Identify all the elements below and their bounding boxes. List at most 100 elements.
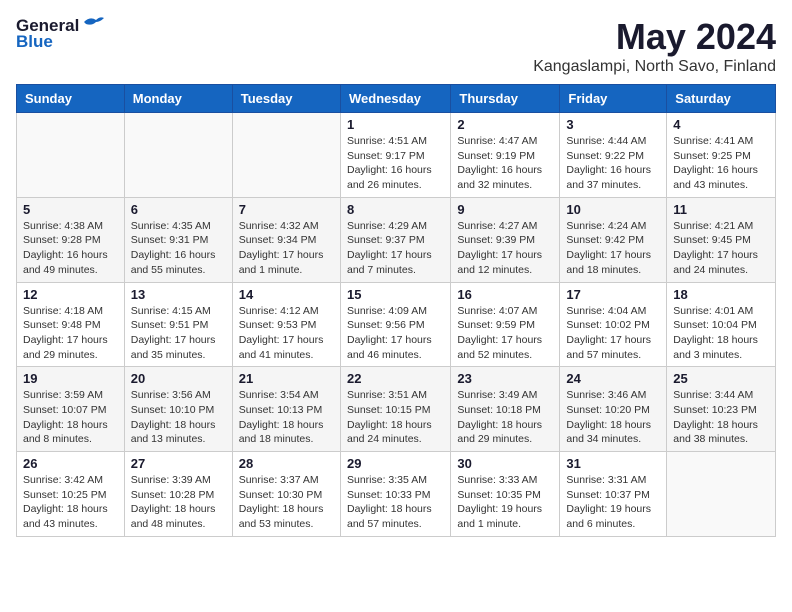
table-row bbox=[667, 452, 776, 537]
day-info: Sunrise: 3:39 AM Sunset: 10:28 PM Daylig… bbox=[131, 473, 226, 532]
day-number: 23 bbox=[457, 371, 553, 386]
table-row: 21Sunrise: 3:54 AM Sunset: 10:13 PM Dayl… bbox=[232, 367, 340, 452]
calendar-week-row: 1 Sunrise: 4:51 AM Sunset: 9:17 PM Daylig… bbox=[17, 113, 776, 198]
day-number: 11 bbox=[673, 202, 769, 217]
main-title: May 2024 bbox=[533, 16, 776, 58]
day-info: Sunrise: 3:31 AM Sunset: 10:37 PM Daylig… bbox=[566, 473, 660, 532]
table-row: 3 Sunrise: 4:44 AM Sunset: 9:22 PM Daylig… bbox=[560, 113, 667, 198]
table-row: 28Sunrise: 3:37 AM Sunset: 10:30 PM Dayl… bbox=[232, 452, 340, 537]
day-number: 7 bbox=[239, 202, 334, 217]
day-info: Sunrise: 3:54 AM Sunset: 10:13 PM Daylig… bbox=[239, 388, 334, 447]
table-row: 5 Sunrise: 4:38 AM Sunset: 9:28 PM Daylig… bbox=[17, 197, 125, 282]
header-thursday: Thursday bbox=[451, 85, 560, 113]
day-info: Sunrise: 3:49 AM Sunset: 10:18 PM Daylig… bbox=[457, 388, 553, 447]
day-info: Sunrise: 4:47 AM Sunset: 9:19 PM Dayligh… bbox=[457, 134, 553, 193]
header-tuesday: Tuesday bbox=[232, 85, 340, 113]
header-saturday: Saturday bbox=[667, 85, 776, 113]
logo-bird-icon bbox=[82, 14, 104, 30]
day-number: 31 bbox=[566, 456, 660, 471]
day-info: Sunrise: 4:01 AM Sunset: 10:04 PM Daylig… bbox=[673, 304, 769, 363]
day-info: Sunrise: 4:35 AM Sunset: 9:31 PM Dayligh… bbox=[131, 219, 226, 278]
table-row: 7 Sunrise: 4:32 AM Sunset: 9:34 PM Daylig… bbox=[232, 197, 340, 282]
table-row: 16 Sunrise: 4:07 AM Sunset: 9:59 PM Dayli… bbox=[451, 282, 560, 367]
day-number: 16 bbox=[457, 287, 553, 302]
day-number: 17 bbox=[566, 287, 660, 302]
day-info: Sunrise: 4:07 AM Sunset: 9:59 PM Dayligh… bbox=[457, 304, 553, 363]
day-info: Sunrise: 3:46 AM Sunset: 10:20 PM Daylig… bbox=[566, 388, 660, 447]
day-info: Sunrise: 3:56 AM Sunset: 10:10 PM Daylig… bbox=[131, 388, 226, 447]
day-number: 1 bbox=[347, 117, 444, 132]
day-number: 6 bbox=[131, 202, 226, 217]
day-info: Sunrise: 4:51 AM Sunset: 9:17 PM Dayligh… bbox=[347, 134, 444, 193]
table-row: 13 Sunrise: 4:15 AM Sunset: 9:51 PM Dayli… bbox=[124, 282, 232, 367]
table-row: 29 Sunrise: 3:35 AM Sunset: 10:33 PM Dayl… bbox=[340, 452, 450, 537]
table-row: 4Sunrise: 4:41 AM Sunset: 9:25 PM Daylig… bbox=[667, 113, 776, 198]
day-number: 8 bbox=[347, 202, 444, 217]
calendar-week-row: 26Sunrise: 3:42 AM Sunset: 10:25 PM Dayl… bbox=[17, 452, 776, 537]
day-info: Sunrise: 3:35 AM Sunset: 10:33 PM Daylig… bbox=[347, 473, 444, 532]
calendar-header-row: Sunday Monday Tuesday Wednesday Thursday… bbox=[17, 85, 776, 113]
table-row: 23 Sunrise: 3:49 AM Sunset: 10:18 PM Dayl… bbox=[451, 367, 560, 452]
table-row: 11 Sunrise: 4:21 AM Sunset: 9:45 PM Dayli… bbox=[667, 197, 776, 282]
day-info: Sunrise: 4:38 AM Sunset: 9:28 PM Dayligh… bbox=[23, 219, 118, 278]
day-number: 4 bbox=[673, 117, 769, 132]
day-info: Sunrise: 4:24 AM Sunset: 9:42 PM Dayligh… bbox=[566, 219, 660, 278]
table-row bbox=[124, 113, 232, 198]
table-row: 27 Sunrise: 3:39 AM Sunset: 10:28 PM Dayl… bbox=[124, 452, 232, 537]
day-number: 13 bbox=[131, 287, 226, 302]
day-number: 19 bbox=[23, 371, 118, 386]
logo: General Blue bbox=[16, 16, 104, 52]
day-number: 29 bbox=[347, 456, 444, 471]
day-info: Sunrise: 4:15 AM Sunset: 9:51 PM Dayligh… bbox=[131, 304, 226, 363]
day-number: 24 bbox=[566, 371, 660, 386]
day-number: 20 bbox=[131, 371, 226, 386]
table-row bbox=[232, 113, 340, 198]
header-sunday: Sunday bbox=[17, 85, 125, 113]
table-row: 8 Sunrise: 4:29 AM Sunset: 9:37 PM Daylig… bbox=[340, 197, 450, 282]
table-row: 12Sunrise: 4:18 AM Sunset: 9:48 PM Dayli… bbox=[17, 282, 125, 367]
header-monday: Monday bbox=[124, 85, 232, 113]
day-info: Sunrise: 4:21 AM Sunset: 9:45 PM Dayligh… bbox=[673, 219, 769, 278]
calendar-table: Sunday Monday Tuesday Wednesday Thursday… bbox=[16, 84, 776, 537]
header-wednesday: Wednesday bbox=[340, 85, 450, 113]
day-info: Sunrise: 4:29 AM Sunset: 9:37 PM Dayligh… bbox=[347, 219, 444, 278]
table-row bbox=[17, 113, 125, 198]
day-info: Sunrise: 4:12 AM Sunset: 9:53 PM Dayligh… bbox=[239, 304, 334, 363]
day-number: 15 bbox=[347, 287, 444, 302]
table-row: 26Sunrise: 3:42 AM Sunset: 10:25 PM Dayl… bbox=[17, 452, 125, 537]
table-row: 22 Sunrise: 3:51 AM Sunset: 10:15 PM Dayl… bbox=[340, 367, 450, 452]
day-number: 22 bbox=[347, 371, 444, 386]
day-info: Sunrise: 3:59 AM Sunset: 10:07 PM Daylig… bbox=[23, 388, 118, 447]
table-row: 6 Sunrise: 4:35 AM Sunset: 9:31 PM Daylig… bbox=[124, 197, 232, 282]
day-number: 10 bbox=[566, 202, 660, 217]
calendar-week-row: 12Sunrise: 4:18 AM Sunset: 9:48 PM Dayli… bbox=[17, 282, 776, 367]
table-row: 30Sunrise: 3:33 AM Sunset: 10:35 PM Dayl… bbox=[451, 452, 560, 537]
day-info: Sunrise: 4:27 AM Sunset: 9:39 PM Dayligh… bbox=[457, 219, 553, 278]
calendar-week-row: 5 Sunrise: 4:38 AM Sunset: 9:28 PM Daylig… bbox=[17, 197, 776, 282]
day-number: 27 bbox=[131, 456, 226, 471]
day-info: Sunrise: 4:09 AM Sunset: 9:56 PM Dayligh… bbox=[347, 304, 444, 363]
logo-blue-text: Blue bbox=[16, 32, 53, 52]
table-row: 17Sunrise: 4:04 AM Sunset: 10:02 PM Dayl… bbox=[560, 282, 667, 367]
day-number: 3 bbox=[566, 117, 660, 132]
table-row: 24 Sunrise: 3:46 AM Sunset: 10:20 PM Dayl… bbox=[560, 367, 667, 452]
day-info: Sunrise: 4:44 AM Sunset: 9:22 PM Dayligh… bbox=[566, 134, 660, 193]
day-number: 5 bbox=[23, 202, 118, 217]
day-number: 26 bbox=[23, 456, 118, 471]
title-section: May 2024 Kangaslampi, North Savo, Finlan… bbox=[533, 16, 776, 76]
table-row: 18 Sunrise: 4:01 AM Sunset: 10:04 PM Dayl… bbox=[667, 282, 776, 367]
day-number: 18 bbox=[673, 287, 769, 302]
day-info: Sunrise: 3:51 AM Sunset: 10:15 PM Daylig… bbox=[347, 388, 444, 447]
day-number: 30 bbox=[457, 456, 553, 471]
day-number: 2 bbox=[457, 117, 553, 132]
day-info: Sunrise: 4:32 AM Sunset: 9:34 PM Dayligh… bbox=[239, 219, 334, 278]
day-info: Sunrise: 3:37 AM Sunset: 10:30 PM Daylig… bbox=[239, 473, 334, 532]
table-row: 25Sunrise: 3:44 AM Sunset: 10:23 PM Dayl… bbox=[667, 367, 776, 452]
day-number: 12 bbox=[23, 287, 118, 302]
table-row: 9Sunrise: 4:27 AM Sunset: 9:39 PM Daylig… bbox=[451, 197, 560, 282]
day-number: 14 bbox=[239, 287, 334, 302]
table-row: 14 Sunrise: 4:12 AM Sunset: 9:53 PM Dayli… bbox=[232, 282, 340, 367]
page-header: General Blue May 2024 Kangaslampi, North… bbox=[16, 16, 776, 76]
table-row: 31 Sunrise: 3:31 AM Sunset: 10:37 PM Dayl… bbox=[560, 452, 667, 537]
table-row: 20 Sunrise: 3:56 AM Sunset: 10:10 PM Dayl… bbox=[124, 367, 232, 452]
